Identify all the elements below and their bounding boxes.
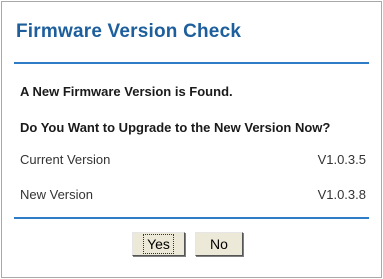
no-button-label: No: [210, 236, 228, 252]
new-version-found-message: A New Firmware Version is Found.: [20, 84, 233, 99]
upgrade-question: Do You Want to Upgrade to the New Versio…: [20, 120, 331, 135]
top-divider: [14, 62, 369, 64]
yes-button[interactable]: Yes: [132, 232, 185, 256]
no-button[interactable]: No: [195, 232, 243, 256]
bottom-divider: [14, 217, 369, 219]
new-version-label: New Version: [20, 187, 93, 202]
current-version-value: V1.0.3.5: [317, 152, 366, 167]
new-version-value: V1.0.3.8: [317, 187, 366, 202]
firmware-check-panel: Firmware Version Check A New Firmware Ve…: [1, 1, 382, 278]
current-version-label: Current Version: [20, 152, 111, 167]
yes-button-label: Yes: [143, 234, 174, 254]
page-title: Firmware Version Check: [16, 21, 242, 42]
